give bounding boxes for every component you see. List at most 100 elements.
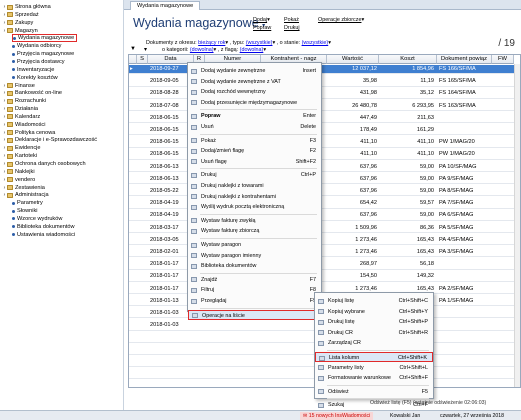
menu-item[interactable]: Szukaj Ctrl+F: [315, 400, 433, 410]
page-title[interactable]: Wydania magazynowe ▾: [133, 16, 265, 30]
menu-item[interactable]: Kopiuj wybrane Ctrl+Shift+Y: [315, 307, 433, 317]
list-operations-submenu: Kopiuj listę Ctrl+Shift+C Kopiuj wybrane Ct…: [314, 292, 434, 408]
sidebar-item[interactable]: Biblioteka dokumentów: [12, 223, 75, 231]
sidebar-item[interactable]: › Wiadomości: [2, 121, 46, 129]
menu-item[interactable]: Przeglądaj F9: [188, 296, 321, 306]
menu-item[interactable]: Wystaw fakturę zwykłą: [188, 216, 321, 226]
menu-item-label: Lista kolumn: [329, 355, 360, 361]
menu-item-label: Znajdź: [201, 276, 218, 283]
sidebar-item-label: Słowniki: [17, 208, 38, 215]
column-header-s[interactable]: S: [137, 55, 148, 64]
column-header-cost[interactable]: Koszt: [379, 55, 437, 64]
sidebar-item[interactable]: Przyjęcia dostawcy: [12, 58, 65, 66]
sidebar-item[interactable]: › Zestawienia: [2, 184, 45, 192]
menu-item[interactable]: Kopiuj listę Ctrl+Shift+C: [315, 296, 433, 306]
sidebar-item[interactable]: › Kartoteki: [2, 152, 37, 160]
sidebar-item[interactable]: › Polityka cenowa: [2, 129, 56, 137]
sidebar-item[interactable]: › Zakupy: [2, 19, 34, 27]
menu-item[interactable]: Dodaj rozchód wewnętrzny: [188, 87, 321, 97]
bulk-operations-link[interactable]: Operacje zbiorcze▾: [318, 17, 364, 23]
sidebar-item[interactable]: Słowniki: [12, 207, 38, 215]
menu-item[interactable]: Formatowanie warunkowe Ctrl+Shift+F: [315, 373, 433, 383]
menu-item[interactable]: Parametry listy Ctrl+Shift+L: [315, 363, 433, 373]
sidebar-item[interactable]: Parametry: [12, 199, 43, 207]
menu-item[interactable]: Zarządzaj CR: [315, 338, 433, 348]
menu-item[interactable]: Odśwież F5: [315, 387, 433, 397]
type-filter-value[interactable]: (wszystkie): [246, 40, 273, 46]
menu-item-shortcut: Ctrl+F: [413, 402, 428, 409]
sidebar-item[interactable]: Ustawienia wiadomości: [12, 231, 75, 239]
bullet-icon: [12, 209, 15, 213]
sidebar-item[interactable]: › Ewidencje: [2, 144, 41, 152]
menu-item[interactable]: Drukuj Ctrl+P: [188, 170, 321, 180]
sidebar-item[interactable]: Inwentaryzacje: [12, 66, 54, 74]
sidebar-item[interactable]: Przyjęcia magazynowe: [12, 50, 74, 58]
menu-item[interactable]: Drukuj CR Ctrl+Shift+R: [315, 328, 433, 338]
menu-item-icon: [191, 89, 197, 95]
sidebar-item[interactable]: Wydania magazynowe: [12, 34, 78, 43]
cell-date: 2018-01-03: [150, 322, 179, 329]
edit-link[interactable]: Popraw: [253, 25, 271, 31]
state-filter-value[interactable]: (wszystkie): [302, 40, 329, 46]
bullet-icon: [12, 233, 15, 237]
sidebar-item[interactable]: › Bankowość on-line: [2, 89, 62, 97]
sidebar-item[interactable]: Wydania odbiorcy: [12, 42, 61, 50]
sidebar-item[interactable]: › Finanse: [2, 82, 35, 90]
menu-item[interactable]: Popraw Enter: [188, 111, 321, 121]
menu-item[interactable]: Wyślij wydruk pocztą elektroniczną: [188, 202, 321, 212]
filter-options-icon[interactable]: ▾: [144, 46, 147, 53]
column-header-fw[interactable]: FW: [492, 55, 514, 64]
column-header-linked-doc[interactable]: Dokument powiąz: [437, 55, 492, 64]
menu-item[interactable]: Usuń flagę Shift+F2: [188, 157, 321, 167]
menu-item-shortcut: F8: [309, 287, 316, 294]
column-header-value[interactable]: Wartość: [327, 55, 379, 64]
folder-icon: [7, 185, 13, 191]
print-link[interactable]: Drukuj: [284, 25, 300, 31]
sidebar-item[interactable]: › Administracja: [2, 191, 49, 199]
add-link[interactable]: Dodaj▾: [253, 17, 270, 23]
sidebar-item[interactable]: › Kalendarz: [2, 113, 41, 121]
menu-item[interactable]: Lista kolumn Ctrl+Shift+K: [315, 352, 433, 362]
menu-item[interactable]: Dodaj przesunięcie międzymagazynowe: [188, 98, 321, 108]
cell-cost: 11,19: [420, 78, 434, 85]
sidebar-item[interactable]: › Sprzedaż: [2, 11, 39, 19]
menu-item[interactable]: Dodaj/zmień flagę F2: [188, 146, 321, 156]
menu-item[interactable]: Operacje na liście▸: [188, 309, 321, 320]
period-filter-value[interactable]: bieżący rok: [198, 40, 225, 46]
sidebar-item[interactable]: Korekty kosztów: [12, 74, 58, 82]
filter-toggle-icon[interactable]: ▼: [130, 46, 136, 52]
menu-item[interactable]: Wystaw paragon imienny: [188, 251, 321, 261]
vertical-scrollbar[interactable]: [514, 64, 520, 387]
sidebar-item[interactable]: › Deklaracje i e-Sprawozdawczość: [2, 136, 97, 144]
sidebar-item[interactable]: › Strona główna: [2, 3, 51, 11]
status-bar: ✉ 15 nowych InsWiadomości Kowalski Jan c…: [0, 410, 521, 420]
sidebar-item[interactable]: › Rozrachunki: [2, 97, 46, 105]
flag-filter-value[interactable]: (dowolna): [240, 47, 264, 53]
menu-item[interactable]: Drukuj naklejki z kontrahentami: [188, 192, 321, 202]
sidebar-item[interactable]: › Działania: [2, 105, 38, 113]
menu-item[interactable]: Filtruj F8: [188, 285, 321, 295]
menu-item[interactable]: Dodaj wydanie zewnętrzne z VAT: [188, 77, 321, 87]
menu-item[interactable]: Wystaw fakturę zbiorczą: [188, 226, 321, 236]
menu-item[interactable]: Usuń Delete: [188, 122, 321, 132]
menu-item[interactable]: Pokaż F3: [188, 136, 321, 146]
sidebar-item[interactable]: › vendero: [2, 176, 36, 184]
cell-value: 1 273,46: [355, 236, 377, 243]
menu-item[interactable]: Wystaw paragon: [188, 240, 321, 250]
category-filter-value[interactable]: (dowolna): [190, 47, 214, 53]
show-link[interactable]: Pokaż: [284, 17, 299, 23]
cell-value: 268,97: [359, 261, 377, 268]
user-name[interactable]: Kowalski Jan: [390, 412, 420, 420]
menu-item[interactable]: Biblioteka dokumentów: [188, 261, 321, 271]
menu-item[interactable]: Drukuj naklejki z towarami: [188, 181, 321, 191]
menu-item[interactable]: Dodaj wydanie zewnętrzne Insert: [188, 66, 321, 76]
sidebar-item[interactable]: › Naklejki: [2, 168, 35, 176]
new-messages-badge[interactable]: ✉ 15 nowych InsWiadomości: [300, 412, 374, 420]
sidebar-item[interactable]: Wzorce wydruków: [12, 215, 62, 223]
sidebar-item[interactable]: › Ochrona danych osobowych: [2, 160, 86, 168]
sidebar-item-label: Naklejki: [15, 168, 35, 175]
menu-item[interactable]: Znajdź F7: [188, 275, 321, 285]
menu-item[interactable]: Drukuj listę Ctrl+Shift+P: [315, 317, 433, 327]
sidebar-item[interactable]: › Magazyn: [2, 27, 38, 35]
tab-wydania-magazynowe[interactable]: Wydania magazynowe: [130, 1, 201, 10]
